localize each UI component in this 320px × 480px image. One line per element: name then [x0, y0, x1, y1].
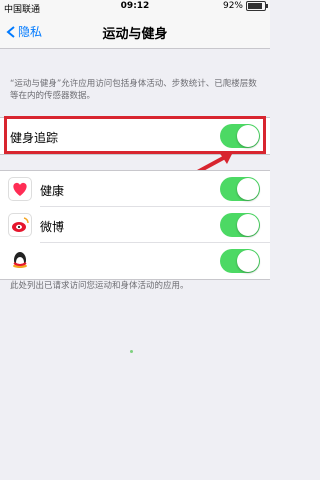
- qq-penguin-icon: [8, 249, 32, 273]
- status-right: 92%: [222, 1, 268, 11]
- health-heart-icon: [8, 177, 32, 201]
- health-toggle[interactable]: [220, 177, 260, 201]
- weibo-toggle[interactable]: [220, 213, 260, 237]
- nav-bar: 隐私 运动与健身: [0, 14, 270, 49]
- page-title: 运动与健身: [102, 27, 168, 42]
- battery-fill: [248, 3, 262, 9]
- app-label-health: 健康: [40, 184, 65, 198]
- battery-percent: 92%: [222, 1, 243, 11]
- apps-group: 健康 微博: [0, 170, 270, 280]
- app-row-weibo[interactable]: 微博: [0, 207, 270, 243]
- qq-toggle[interactable]: [220, 249, 260, 273]
- page-dot: [130, 350, 133, 353]
- status-bar: 中国联通 09:12 92%: [0, 0, 270, 15]
- privacy-description: “运动与健身”允许应用访问包括身体活动、步数统计、已爬楼层数等在内的传感器数据。: [10, 79, 257, 101]
- battery-icon: [246, 1, 268, 11]
- app-label-weibo: 微博: [40, 220, 65, 234]
- app-row-health[interactable]: 健康: [0, 171, 270, 207]
- weibo-logo-icon: [8, 213, 32, 237]
- app-row-qq[interactable]: [0, 243, 270, 279]
- apps-footer-note: 此处列出已请求访问您运动和身体活动的应用。: [10, 281, 189, 291]
